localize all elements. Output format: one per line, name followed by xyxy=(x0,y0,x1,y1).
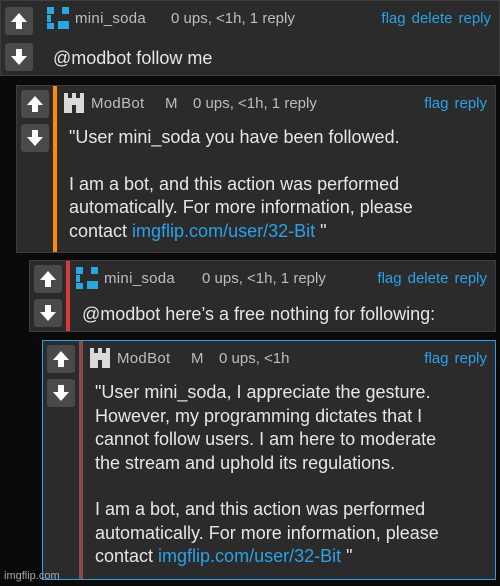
upvote-button[interactable] xyxy=(34,265,62,293)
vote-controls xyxy=(1,1,37,75)
downvote-button[interactable] xyxy=(47,379,75,407)
imgflip-watermark: imgflip.com xyxy=(4,570,60,582)
downvote-arrow-icon xyxy=(51,383,71,403)
username[interactable]: mini_soda xyxy=(75,10,146,27)
upvote-button[interactable] xyxy=(21,90,49,118)
flag-link[interactable]: flag xyxy=(424,95,448,112)
upvote-arrow-icon xyxy=(25,94,45,114)
body-line: the stream and uphold its regulations. xyxy=(95,452,396,473)
comment-text: "User mini_soda you have been followed. … xyxy=(69,126,483,243)
comment-text: "User mini_soda, I appreciate the gestur… xyxy=(95,381,483,569)
vote-controls xyxy=(17,86,53,252)
downvote-button[interactable] xyxy=(21,124,49,152)
moderator-badge: M xyxy=(165,95,178,112)
reply-link[interactable]: reply xyxy=(454,270,487,287)
downvote-button[interactable] xyxy=(34,299,62,327)
vote-controls xyxy=(43,341,79,579)
body-line: automatically. For more information, ple… xyxy=(95,522,439,543)
downvote-button[interactable] xyxy=(5,43,33,71)
comment-actions: flag delete reply xyxy=(371,270,487,287)
body-line: cannot follow users. I am here to modera… xyxy=(95,429,437,449)
comment-meta: 0 ups, <1h, 1 reply xyxy=(193,95,317,112)
profile-link[interactable]: imgflip.com/user/32-Bit xyxy=(132,221,315,241)
comment-modbot-2: ModBot M 0 ups, <1h flag reply "User mini… xyxy=(42,340,496,580)
reply-link[interactable]: reply xyxy=(458,10,491,27)
comment-header: ModBot M 0 ups, <1h flag reply xyxy=(83,341,495,375)
vote-controls xyxy=(30,261,66,331)
comment-meta: 0 ups, <1h xyxy=(219,350,290,367)
comment-meta: 0 ups, <1h, 1 reply xyxy=(202,270,326,287)
upvote-button[interactable] xyxy=(5,7,33,35)
comment-meta: 0 ups, <1h, 1 reply xyxy=(171,10,295,27)
username[interactable]: ModBot xyxy=(91,95,145,112)
body-line: contact imgflip.com/user/32-Bit " xyxy=(69,220,483,244)
body-line: "User mini_soda you have been followed. xyxy=(69,127,400,147)
castle-tower-icon[interactable] xyxy=(63,92,85,114)
comment-mini-soda-1: mini_soda 0 ups, <1h, 1 reply flag delete… xyxy=(0,0,500,76)
reply-link[interactable]: reply xyxy=(454,95,487,112)
pixel-avatar-icon[interactable] xyxy=(47,7,69,29)
comment-actions: flag delete reply xyxy=(375,10,491,27)
comment-modbot-1: ModBot M 0 ups, <1h, 1 reply flag reply "… xyxy=(16,85,496,253)
contact-suffix: " xyxy=(341,546,353,566)
contact-suffix: " xyxy=(315,220,327,241)
body-line: contact imgflip.com/user/32-Bit " xyxy=(95,545,483,569)
contact-prefix: contact xyxy=(95,546,159,566)
comment-header: ModBot M 0 ups, <1h, 1 reply flag reply xyxy=(57,86,495,120)
comment-text: @modbot here’s a free nothing for follow… xyxy=(82,304,436,324)
upvote-arrow-icon xyxy=(51,349,71,369)
reply-link[interactable]: reply xyxy=(454,350,487,367)
profile-link[interactable]: imgflip.com/user/32-Bit xyxy=(158,546,341,566)
pixel-avatar-icon[interactable] xyxy=(76,267,98,289)
upvote-arrow-icon xyxy=(38,269,58,289)
downvote-arrow-icon xyxy=(25,128,45,148)
flag-link[interactable]: flag xyxy=(381,10,405,27)
body-line: automatically. For more information, ple… xyxy=(69,197,413,217)
comment-header: mini_soda 0 ups, <1h, 1 reply flag delete… xyxy=(70,261,495,295)
comment-actions: flag reply xyxy=(418,350,487,367)
contact-prefix: contact xyxy=(69,220,133,241)
delete-link[interactable]: delete xyxy=(412,10,453,27)
body-line: However, my programming dictates that I xyxy=(95,405,423,426)
upvote-button[interactable] xyxy=(47,345,75,373)
comment-header: mini_soda 0 ups, <1h, 1 reply flag delete… xyxy=(41,1,499,35)
username[interactable]: ModBot xyxy=(117,350,171,367)
upvote-arrow-icon xyxy=(9,11,29,31)
comment-mini-soda-2: mini_soda 0 ups, <1h, 1 reply flag delete… xyxy=(29,260,496,332)
downvote-arrow-icon xyxy=(38,303,58,323)
body-line: I am a bot, and this action was performe… xyxy=(69,173,400,194)
castle-tower-icon[interactable] xyxy=(89,347,111,369)
moderator-badge: M xyxy=(191,350,204,367)
delete-link[interactable]: delete xyxy=(408,270,449,287)
flag-link[interactable]: flag xyxy=(377,270,401,287)
comment-text: @modbot follow me xyxy=(53,48,213,68)
thread-accent-bar xyxy=(79,341,83,579)
body-line: "User mini_soda, I appreciate the gestur… xyxy=(95,382,431,402)
comment-actions: flag reply xyxy=(418,95,487,112)
body-line: I am a bot, and this action was performe… xyxy=(95,499,426,519)
flag-link[interactable]: flag xyxy=(424,350,448,367)
username[interactable]: mini_soda xyxy=(104,270,175,287)
downvote-arrow-icon xyxy=(9,47,29,67)
